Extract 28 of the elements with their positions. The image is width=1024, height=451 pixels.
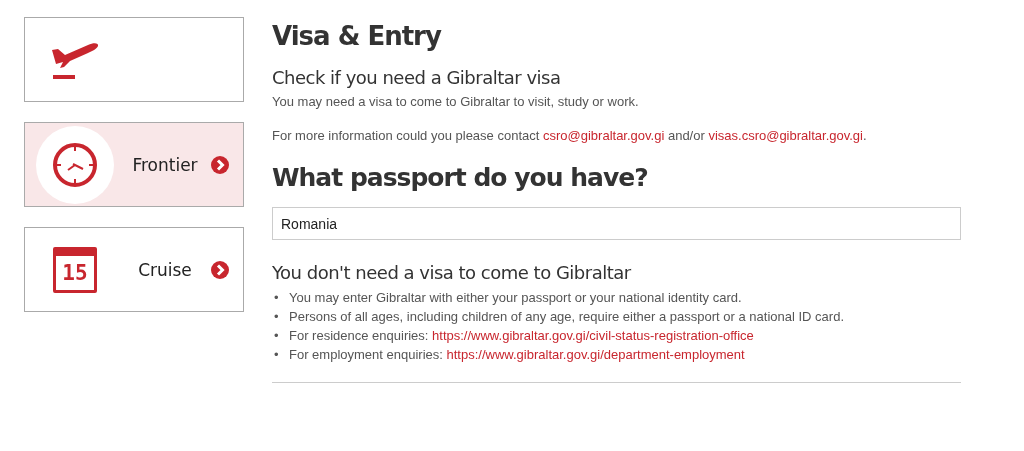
chevron-right-icon — [211, 260, 229, 279]
bullet-marker: • — [273, 346, 280, 364]
bullet-text: For residence enquiries: https://www.gibraltar.gov.gi/civil-status-registration-office — [289, 327, 754, 345]
bullet-text: Persons of all ages, including children of any age, require either a passport or a national ID card. — [289, 308, 844, 326]
link[interactable]: https://www.gibraltar.gov.gi/civil-status-registration-office — [432, 328, 754, 343]
bullet-text: For employment enquiries: https://www.gibraltar.gov.gi/department-employment — [289, 346, 745, 364]
link[interactable]: visas.csro@gibraltar.gov.gi — [708, 128, 863, 143]
paragraph: For more information could you please contact csro@gibraltar.gov.gi and/or visas.csro@gibraltar.gov.gi. — [272, 128, 868, 144]
link[interactable]: csro@gibraltar.gov.gi — [542, 128, 665, 143]
section-heading: Check if you need a Gibraltar visa — [272, 66, 562, 90]
chevron-right-icon — [211, 155, 229, 174]
calendar-icon: 15 — [53, 246, 97, 293]
passport-field[interactable]: Romania — [272, 207, 961, 240]
nav-card[interactable]: Frontier — [24, 122, 244, 207]
question-heading: What passport do you have? — [272, 162, 649, 194]
clock-icon — [51, 140, 99, 189]
nav-card[interactable]: 15 Cruise — [24, 227, 244, 312]
nav-label: Frontier — [131, 154, 199, 175]
bullet-text: You may enter Gibraltar with either your passport or your national identity card. — [289, 289, 742, 307]
bullet-marker: • — [273, 289, 280, 307]
bullet-marker: • — [273, 327, 280, 345]
nav-card[interactable] — [24, 17, 244, 102]
paragraph: You may need a visa to come to Gibraltar to visit, study or work. — [272, 94, 640, 110]
result-heading: You don't need a visa to come to Gibraltar — [272, 261, 632, 285]
bullet-marker: • — [273, 308, 280, 326]
nav-label: Cruise — [137, 259, 193, 280]
link[interactable]: https://www.gibraltar.gov.gi/department-employment — [446, 347, 745, 362]
page-title: Visa & Entry — [272, 20, 443, 52]
